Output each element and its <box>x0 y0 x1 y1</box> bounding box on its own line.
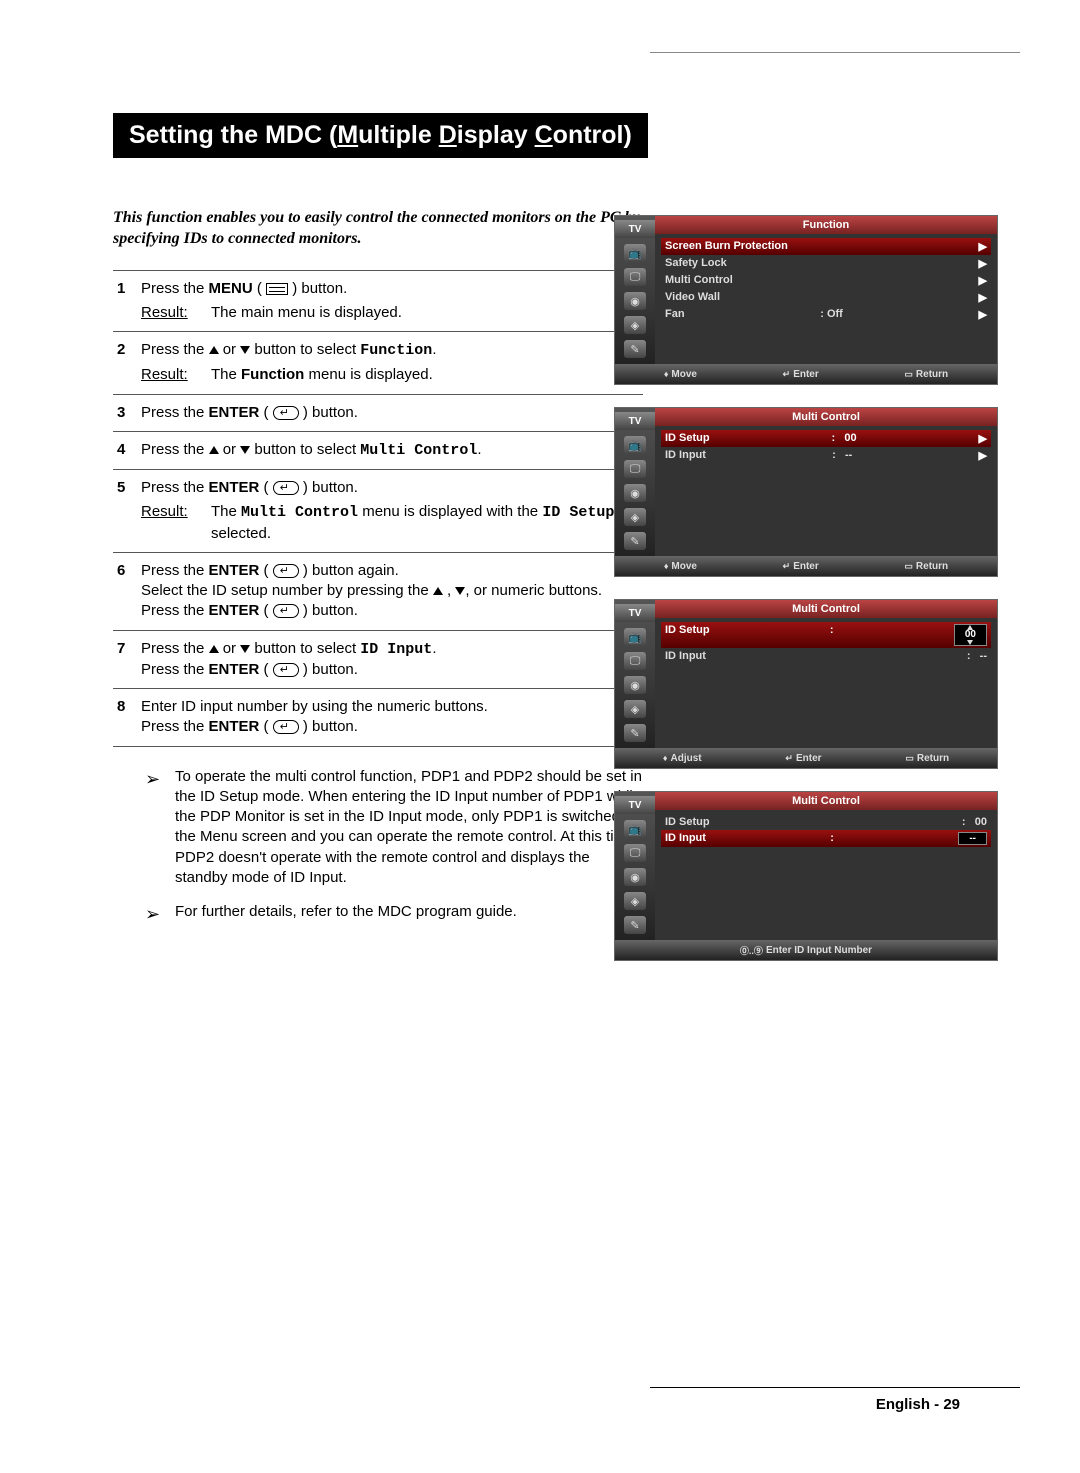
osd-side-icon: ✎ <box>624 724 646 742</box>
osd-side-icon: ✎ <box>624 532 646 550</box>
up-triangle-icon <box>209 645 219 653</box>
osd-panel: TV 📺 🖵 ◉ ◈ ✎ Multi Control ID Setup:00ID Input:… <box>614 599 998 769</box>
osd-side-icon: ✎ <box>624 916 646 934</box>
osd-header: Function <box>655 216 997 234</box>
enter-icon <box>273 663 299 677</box>
step-3: 3Press the ENTER ( ) button. <box>113 395 643 432</box>
osd-side-icon: 📺 <box>624 244 646 262</box>
up-triangle-icon <box>433 587 443 595</box>
osd-tv-label: TV <box>615 796 655 814</box>
osd-menu-item: ID Input:-- <box>661 830 991 847</box>
osd-menu-item: ID Input: --▶ <box>661 447 991 464</box>
menu-icon <box>266 283 288 295</box>
osd-menu-item: ID Setup: 00 <box>661 814 991 830</box>
note-text: For further details, refer to the MDC pr… <box>175 902 645 926</box>
note-text: To operate the multi control function, P… <box>175 767 645 889</box>
osd-menu-item: Fan: Off▶ <box>661 306 991 323</box>
enter-icon <box>273 720 299 734</box>
enter-icon <box>273 564 299 578</box>
osd-side-icon: ◈ <box>624 700 646 718</box>
osd-side-icon: ◈ <box>624 316 646 334</box>
osd-side-icon: 🖵 <box>624 652 646 670</box>
up-triangle-icon <box>209 446 219 454</box>
osd-screenshots: TV 📺 🖵 ◉ ◈ ✎ Function Screen Burn Protection▶Sa… <box>592 215 1020 983</box>
osd-footer: ♦Move↵Enter▭Return <box>615 556 997 576</box>
osd-side-icon: ◈ <box>624 892 646 910</box>
osd-side-icon: 📺 <box>624 628 646 646</box>
note-arrow-icon: ➢ <box>145 902 175 926</box>
osd-menu-item: ID Input: -- <box>661 648 991 664</box>
step-4: 4Press the or button to select Multi Con… <box>113 432 643 470</box>
osd-side-icon: ◉ <box>624 676 646 694</box>
osd-side-icon: 🖵 <box>624 268 646 286</box>
step-5: 5Press the ENTER ( ) button.Result:The M… <box>113 470 643 553</box>
osd-menu-item: Safety Lock▶ <box>661 255 991 272</box>
osd-panel: TV 📺 🖵 ◉ ◈ ✎ Multi Control ID Setup: 00▶ID Inpu… <box>614 407 998 577</box>
osd-footer: ⓪..⑨ Enter ID Input Number <box>615 940 997 960</box>
osd-header: Multi Control <box>655 600 997 618</box>
osd-menu-item: Multi Control▶ <box>661 272 991 289</box>
osd-side-icon: 📺 <box>624 436 646 454</box>
osd-side-icon: ◉ <box>624 292 646 310</box>
enter-icon <box>273 604 299 618</box>
down-triangle-icon <box>455 587 465 595</box>
osd-side-icon: 🖵 <box>624 844 646 862</box>
osd-side-icon: ◉ <box>624 484 646 502</box>
osd-panel: TV 📺 🖵 ◉ ◈ ✎ Multi Control ID Setup: 00ID Input… <box>614 791 998 961</box>
step-1: 1Press the MENU ( ) button.Result:The ma… <box>113 271 643 333</box>
enter-icon <box>273 406 299 420</box>
osd-side-icon: ◉ <box>624 868 646 886</box>
osd-menu-item: Screen Burn Protection▶ <box>661 238 991 255</box>
osd-tv-label: TV <box>615 604 655 622</box>
step-2: 2Press the or button to select Function.… <box>113 332 643 395</box>
note-arrow-icon: ➢ <box>145 767 175 889</box>
osd-header: Multi Control <box>655 408 997 426</box>
page-number: English - 29 <box>876 1396 960 1413</box>
intro-text: This function enables you to easily cont… <box>113 208 643 250</box>
osd-menu-item: Video Wall▶ <box>661 289 991 306</box>
osd-side-icon: 📺 <box>624 820 646 838</box>
notes: ➢To operate the multi control function, … <box>145 767 645 927</box>
osd-side-icon: ◈ <box>624 508 646 526</box>
osd-header: Multi Control <box>655 792 997 810</box>
osd-menu-item: ID Setup: 00▶ <box>661 430 991 447</box>
step-8: 8Enter ID input number by using the nume… <box>113 689 643 747</box>
osd-tv-label: TV <box>615 220 655 238</box>
down-triangle-icon <box>240 645 250 653</box>
osd-menu-item: ID Setup:00 <box>661 622 991 648</box>
up-triangle-icon <box>209 346 219 354</box>
steps-list: 1Press the MENU ( ) button.Result:The ma… <box>113 270 643 747</box>
step-6: 6Press the ENTER ( ) button again.Select… <box>113 553 643 631</box>
down-triangle-icon <box>240 346 250 354</box>
step-7: 7Press the or button to select ID Input.… <box>113 631 643 690</box>
enter-icon <box>273 481 299 495</box>
osd-side-icon: ✎ <box>624 340 646 358</box>
osd-panel: TV 📺 🖵 ◉ ◈ ✎ Function Screen Burn Protection▶Sa… <box>614 215 998 385</box>
osd-footer: ♦Adjust↵Enter▭Return <box>615 748 997 768</box>
osd-tv-label: TV <box>615 412 655 430</box>
osd-side-icon: 🖵 <box>624 460 646 478</box>
page-title: Setting the MDC (Multiple Display Contro… <box>113 113 648 158</box>
osd-footer: ♦Move↵Enter▭Return <box>615 364 997 384</box>
down-triangle-icon <box>240 446 250 454</box>
